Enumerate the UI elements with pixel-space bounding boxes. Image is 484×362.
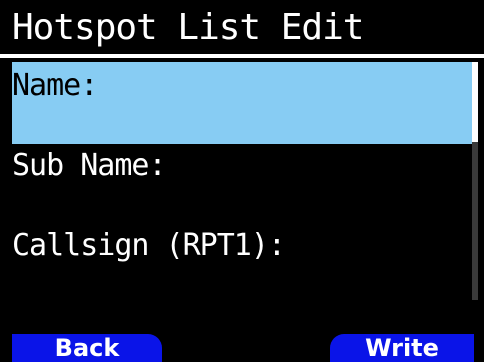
name-field-label: Name: bbox=[12, 68, 98, 103]
back-softkey[interactable]: Back bbox=[12, 334, 162, 362]
sub-name-field-label: Sub Name: bbox=[12, 148, 167, 183]
sub-name-field[interactable]: Sub Name: bbox=[12, 142, 474, 224]
radio-display: Hotspot List Edit Name: Sub Name: Callsi… bbox=[0, 0, 484, 362]
callsign-rpt1-field-label: Callsign (RPT1): bbox=[12, 228, 286, 263]
screen-title: Hotspot List Edit bbox=[12, 7, 364, 48]
scrollbar[interactable] bbox=[472, 62, 478, 300]
name-field[interactable]: Name: bbox=[12, 62, 474, 144]
scrollbar-thumb[interactable] bbox=[472, 62, 478, 142]
write-softkey[interactable]: Write bbox=[330, 334, 474, 362]
title-divider bbox=[0, 54, 484, 58]
callsign-rpt1-field[interactable]: Callsign (RPT1): bbox=[12, 222, 474, 304]
